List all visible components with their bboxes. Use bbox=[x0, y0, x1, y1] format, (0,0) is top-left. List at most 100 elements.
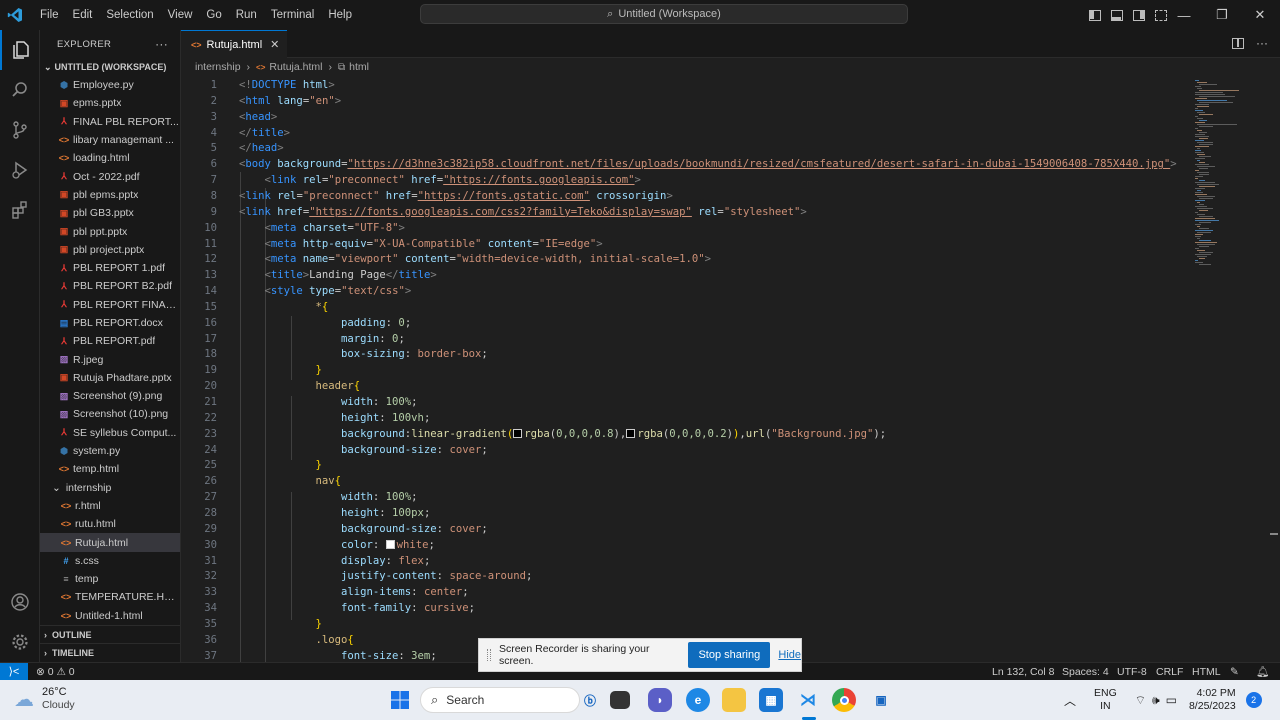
close-icon[interactable]: ✕ bbox=[1241, 7, 1279, 23]
chevron-up-icon[interactable]: ︿ bbox=[1064, 692, 1076, 709]
file-item[interactable]: <> temp.html bbox=[40, 460, 180, 478]
menu-item-help[interactable]: Help bbox=[321, 0, 359, 30]
windows-start-icon[interactable] bbox=[388, 688, 412, 712]
file-item[interactable]: ⅄ PBL REPORT FINAL.... bbox=[40, 296, 180, 314]
file-item[interactable]: ⅄ PBL REPORT.pdf bbox=[40, 332, 180, 350]
folder-internship[interactable]: ⌄ internship bbox=[40, 479, 180, 497]
file-item[interactable]: ⅄ SE syllebus Comput... bbox=[40, 424, 180, 442]
file-explorer-icon[interactable] bbox=[722, 688, 746, 712]
file-item[interactable]: <> Rutuja.html bbox=[40, 533, 180, 552]
task-view-icon[interactable] bbox=[610, 691, 630, 709]
file-item[interactable]: ▨ R.jpeg bbox=[40, 350, 180, 368]
stop-sharing-button[interactable]: Stop sharing bbox=[688, 642, 771, 668]
menu-item-edit[interactable]: Edit bbox=[66, 0, 100, 30]
more-actions-icon[interactable]: ··· bbox=[1256, 36, 1268, 50]
encoding-status[interactable]: UTF-8 bbox=[1117, 663, 1147, 681]
file-item[interactable]: ⬢ Employee.py bbox=[40, 76, 180, 94]
remote-indicator-icon[interactable]: ⟩< bbox=[0, 662, 28, 681]
cursor-position[interactable]: Ln 132, Col 8 bbox=[992, 663, 1054, 681]
language-indicator[interactable]: ENG IN bbox=[1094, 687, 1117, 713]
file-item[interactable]: ≡ temp bbox=[40, 570, 180, 588]
file-item[interactable]: ▣ pbl ppt.pptx bbox=[40, 222, 180, 240]
split-editor-icon[interactable] bbox=[1232, 38, 1244, 49]
volume-icon[interactable]: 🕪︎ bbox=[1152, 693, 1160, 708]
indentation-status[interactable]: Spaces: 4 bbox=[1062, 663, 1109, 681]
file-item[interactable]: ⅄ PBL REPORT 1.pdf bbox=[40, 259, 180, 277]
teams-chat-icon[interactable]: ◗ bbox=[648, 688, 672, 712]
screen-recorder-icon[interactable]: ▣ bbox=[869, 688, 893, 712]
notifications-bell-icon[interactable]: 🔔︎ bbox=[1256, 663, 1269, 681]
menu-item-run[interactable]: Run bbox=[229, 0, 264, 30]
timeline-section[interactable]: › TIMELINE bbox=[40, 643, 180, 661]
more-actions-icon[interactable]: ··· bbox=[155, 37, 168, 51]
color-swatch[interactable] bbox=[513, 428, 523, 438]
notification-count-badge[interactable]: 2 bbox=[1245, 692, 1262, 708]
file-item[interactable]: ▣ epms.pptx bbox=[40, 94, 180, 112]
menu-item-view[interactable]: View bbox=[161, 0, 200, 30]
explorer-icon[interactable] bbox=[0, 30, 40, 70]
outline-section[interactable]: › OUTLINE bbox=[40, 625, 180, 643]
code-editor[interactable]: 1 <!DOCTYPE html> 2 <html lang="en"> 3 <head>… bbox=[181, 76, 1191, 662]
file-item[interactable]: ▣ pbl GB3.pptx bbox=[40, 204, 180, 222]
toggle-primary-sidebar-icon[interactable] bbox=[1089, 9, 1101, 21]
file-item[interactable]: <> loading.html bbox=[40, 149, 180, 167]
maximize-icon[interactable]: ❐ bbox=[1203, 7, 1241, 23]
file-item[interactable]: ⬢ system.py bbox=[40, 442, 180, 460]
accounts-icon[interactable] bbox=[0, 582, 40, 622]
settings-gear-icon[interactable] bbox=[0, 622, 40, 662]
file-item[interactable]: <> TEMPERATURE.HTM... bbox=[40, 588, 180, 606]
file-item[interactable]: <> rutu.html bbox=[40, 515, 180, 533]
file-item[interactable]: <> r.html bbox=[40, 497, 180, 515]
file-item[interactable]: # s.css bbox=[40, 552, 180, 570]
vscode-taskbar-icon[interactable]: ⋊ bbox=[796, 688, 820, 712]
language-mode[interactable]: HTML bbox=[1192, 663, 1221, 681]
taskbar-search[interactable]: ⌕ Search bbox=[420, 687, 580, 713]
file-item[interactable]: ▨ Screenshot (9).png bbox=[40, 387, 180, 405]
color-swatch[interactable] bbox=[385, 539, 395, 549]
toggle-secondary-sidebar-icon[interactable] bbox=[1133, 9, 1145, 21]
eol-status[interactable]: CRLF bbox=[1156, 663, 1183, 681]
clock[interactable]: 4:02 PM 8/25/2023 bbox=[1189, 687, 1236, 713]
file-item[interactable]: ▣ pbl epms.pptx bbox=[40, 186, 180, 204]
menu-item-file[interactable]: File bbox=[33, 0, 66, 30]
file-item[interactable]: ▤ PBL REPORT.docx bbox=[40, 314, 180, 332]
edge-browser-icon[interactable]: e bbox=[686, 688, 710, 712]
run-debug-icon[interactable] bbox=[0, 150, 40, 190]
drag-handle-icon[interactable] bbox=[487, 649, 491, 661]
file-item[interactable]: ⅄ Oct - 2022.pdf bbox=[40, 167, 180, 185]
problems-status[interactable]: ⊗ 0 ⚠ 0 bbox=[36, 666, 75, 678]
battery-icon[interactable]: ▭ bbox=[1166, 693, 1177, 707]
file-item[interactable]: <> Untitled-1.html bbox=[40, 607, 180, 625]
file-item[interactable]: ▨ Screenshot (10).png bbox=[40, 405, 180, 423]
minimize-icon[interactable]: — bbox=[1165, 8, 1203, 23]
chrome-icon[interactable] bbox=[832, 688, 856, 712]
hide-link[interactable]: Hide bbox=[778, 649, 801, 661]
breadcrumb-symbol[interactable]: html bbox=[349, 61, 369, 73]
file-item[interactable]: ▣ pbl project.pptx bbox=[40, 241, 180, 259]
menu-item-terminal[interactable]: Terminal bbox=[264, 0, 321, 30]
minimap[interactable] bbox=[1191, 76, 1266, 662]
breadcrumb-file[interactable]: Rutuja.html bbox=[269, 61, 322, 73]
feedback-icon[interactable]: ✎ bbox=[1230, 663, 1239, 681]
wifi-icon[interactable]: ⌔ bbox=[1135, 693, 1146, 708]
file-item[interactable]: ⅄ PBL REPORT B2.pdf bbox=[40, 277, 180, 295]
extensions-icon[interactable] bbox=[0, 190, 40, 230]
microsoft-store-icon[interactable]: ▦ bbox=[759, 688, 783, 712]
bing-icon[interactable]: ⓑ bbox=[578, 688, 602, 712]
file-item[interactable]: <> libary managemant ... bbox=[40, 131, 180, 149]
close-tab-icon[interactable]: ✕ bbox=[270, 38, 279, 51]
file-item[interactable]: ▣ Rutuja Phadtare.pptx bbox=[40, 369, 180, 387]
breadcrumb-folder[interactable]: internship bbox=[195, 61, 241, 73]
color-swatch[interactable] bbox=[626, 428, 636, 438]
search-icon[interactable] bbox=[0, 70, 40, 110]
tab-rutuja-html[interactable]: <> Rutuja.html ✕ bbox=[181, 30, 287, 58]
toggle-panel-icon[interactable] bbox=[1111, 9, 1123, 21]
workspace-header[interactable]: ⌄ UNTITLED (WORKSPACE) bbox=[40, 58, 180, 76]
menu-item-selection[interactable]: Selection bbox=[99, 0, 160, 30]
command-center[interactable]: ⌕ Untitled (Workspace) bbox=[420, 4, 908, 24]
weather-widget[interactable]: ☁ 26°C Cloudy bbox=[14, 686, 75, 712]
menu-item-go[interactable]: Go bbox=[199, 0, 228, 30]
source-control-icon[interactable] bbox=[0, 110, 40, 150]
file-item[interactable]: ⅄ FINAL PBL REPORT... bbox=[40, 113, 180, 131]
vertical-scrollbar[interactable] bbox=[1268, 76, 1280, 662]
